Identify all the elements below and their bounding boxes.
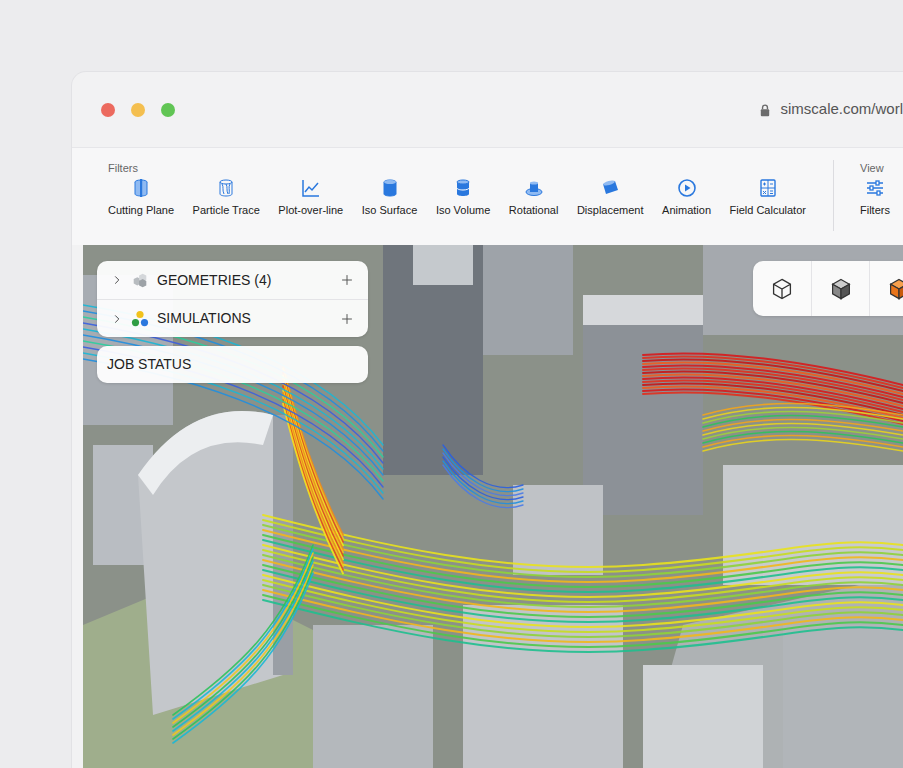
- filter-label: Iso Surface: [362, 202, 418, 219]
- sliders-icon: [865, 178, 885, 198]
- cutting-plane-icon: [131, 178, 151, 198]
- geometry-icon: [131, 271, 149, 289]
- filters-row: Cutting Plane Particle Trace Plot-over-lin…: [108, 178, 806, 219]
- tree-row[interactable]: GEOMETRIES(4): [97, 261, 368, 299]
- filter-button[interactable]: Rotational: [509, 178, 559, 219]
- filter-label: Iso Volume: [436, 202, 490, 219]
- tree-label: SIMULATIONS: [157, 308, 251, 329]
- simulation-viewport[interactable]: GEOMETRIES(4)SIMULATIONSJOB STATUS: [83, 245, 903, 768]
- maximize-button[interactable]: [161, 103, 175, 117]
- wireframe-cube-icon: [770, 277, 794, 301]
- view-mode-button[interactable]: [811, 261, 869, 316]
- toolbar-divider: [833, 160, 834, 231]
- filter-label: Animation: [662, 202, 711, 219]
- filter-label: Cutting Plane: [108, 202, 174, 219]
- view-heading: View: [860, 148, 890, 178]
- filters-group: Filters Cutting Plane Particle Trace Plot-o…: [108, 148, 806, 245]
- url-text: simscale.com/worl: [780, 98, 903, 121]
- filter-label: Plot-over-line: [278, 202, 343, 219]
- filter-button[interactable]: Cutting Plane: [108, 178, 174, 219]
- rotational-icon: [524, 178, 544, 198]
- view-label: Filters: [860, 202, 890, 219]
- tree-title: GEOMETRIES: [157, 270, 250, 291]
- job-status-panel[interactable]: JOB STATUS: [97, 346, 368, 383]
- lock-icon: [758, 102, 772, 118]
- view-mode-button[interactable]: [869, 261, 903, 316]
- filter-button[interactable]: Plot-over-line: [278, 178, 343, 219]
- view-group: View Filters: [860, 148, 890, 245]
- filter-label: Displacement: [577, 202, 644, 219]
- solid-cube-icon: [829, 277, 853, 301]
- tree-panel: GEOMETRIES(4)SIMULATIONS: [97, 261, 368, 337]
- minimize-button[interactable]: [131, 103, 145, 117]
- tree-title: SIMULATIONS: [157, 308, 251, 329]
- plus-icon[interactable]: [340, 312, 354, 326]
- filter-label: Particle Trace: [193, 202, 260, 219]
- calculator-icon: [758, 178, 778, 198]
- close-button[interactable]: [101, 103, 115, 117]
- browser-window: simscale.com/worl Filters Cutting Plane Par…: [72, 72, 903, 768]
- play-icon: [677, 178, 697, 198]
- chevron-right-icon[interactable]: [111, 313, 123, 325]
- iso-surface-icon: [380, 178, 400, 198]
- iso-volume-icon: [453, 178, 473, 198]
- filter-button[interactable]: Displacement: [577, 178, 644, 219]
- displacement-icon: [600, 178, 620, 198]
- filter-button[interactable]: Field Calculator: [730, 178, 806, 219]
- orange-cube-icon: [887, 277, 903, 301]
- tree-count: (4): [254, 270, 271, 291]
- view-filters-button[interactable]: Filters: [860, 178, 890, 219]
- address-bar[interactable]: simscale.com/worl: [758, 98, 903, 121]
- filter-button[interactable]: Particle Trace: [193, 178, 260, 219]
- toolbar: Filters Cutting Plane Particle Trace Plot-o…: [72, 147, 903, 245]
- view-cube-toolbar: [753, 261, 903, 316]
- job-status-label: JOB STATUS: [107, 354, 191, 375]
- view-mode-button[interactable]: [753, 261, 811, 316]
- filter-button[interactable]: Animation: [662, 178, 711, 219]
- filter-button[interactable]: Iso Surface: [362, 178, 418, 219]
- filter-label: Field Calculator: [730, 202, 806, 219]
- chevron-right-icon[interactable]: [111, 274, 123, 286]
- filters-heading: Filters: [108, 148, 806, 178]
- filter-button[interactable]: Iso Volume: [436, 178, 490, 219]
- particle-trace-icon: [216, 178, 236, 198]
- view-row: Filters: [860, 178, 890, 219]
- line-plot-icon: [301, 178, 321, 198]
- tree-label: GEOMETRIES(4): [157, 270, 271, 291]
- title-bar: simscale.com/worl: [72, 72, 903, 147]
- tree-row[interactable]: SIMULATIONS: [97, 299, 368, 337]
- window-controls: [101, 103, 175, 117]
- plus-icon[interactable]: [340, 273, 354, 287]
- filter-label: Rotational: [509, 202, 559, 219]
- simulation-icon: [131, 310, 149, 328]
